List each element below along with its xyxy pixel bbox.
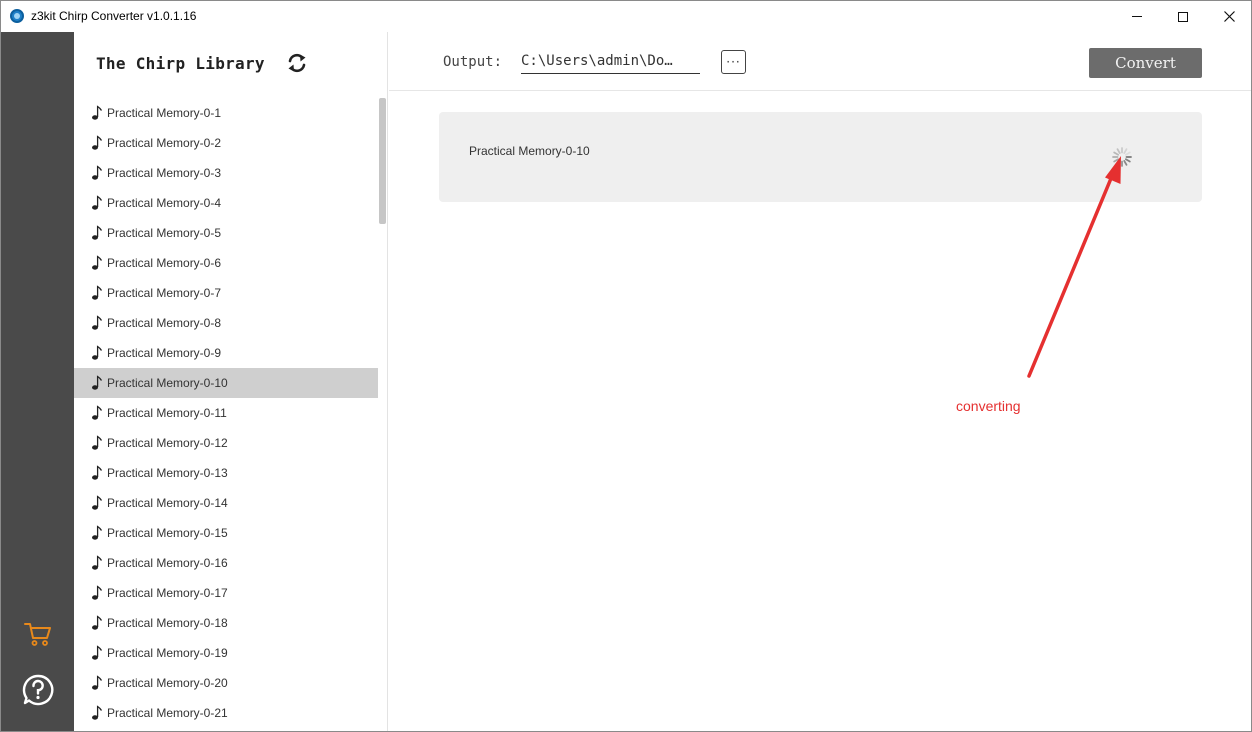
library-header: The Chirp Library xyxy=(74,32,387,94)
library-item[interactable]: Practical Memory-0-15 xyxy=(74,518,378,548)
music-note-icon xyxy=(92,375,103,390)
app-logo-icon xyxy=(10,9,24,23)
library-item-label: Practical Memory-0-4 xyxy=(107,196,222,210)
library-item-label: Practical Memory-0-3 xyxy=(107,166,222,180)
library-item-label: Practical Memory-0-20 xyxy=(107,676,228,690)
library-item-label: Practical Memory-0-7 xyxy=(107,286,222,300)
library-item-label: Practical Memory-0-1 xyxy=(107,106,222,120)
music-note-icon xyxy=(92,255,103,270)
library-item[interactable]: Practical Memory-0-19 xyxy=(74,638,378,668)
help-icon[interactable] xyxy=(21,673,55,707)
output-label: Output: xyxy=(443,54,503,70)
library-item[interactable]: Practical Memory-0-2 xyxy=(74,128,378,158)
maximize-icon xyxy=(1178,11,1188,22)
library-item-label: Practical Memory-0-16 xyxy=(107,556,228,570)
app-window: z3kit Chirp Converter v1.0.1.16 The Chir… xyxy=(0,0,1252,732)
close-icon xyxy=(1223,11,1235,22)
task-name: Practical Memory-0-10 xyxy=(469,144,590,158)
music-note-icon xyxy=(92,705,103,720)
library-item[interactable]: Practical Memory-0-16 xyxy=(74,548,378,578)
music-note-icon xyxy=(92,345,103,360)
library-item[interactable]: Practical Memory-0-10 xyxy=(74,368,378,398)
music-note-icon xyxy=(92,675,103,690)
library-item-label: Practical Memory-0-15 xyxy=(107,526,228,540)
music-note-icon xyxy=(92,435,103,450)
library-item-label: Practical Memory-0-13 xyxy=(107,466,228,480)
output-path-field[interactable]: C:\Users\admin\Do… xyxy=(521,52,700,74)
window-title: z3kit Chirp Converter v1.0.1.16 xyxy=(31,9,197,23)
library-item-label: Practical Memory-0-21 xyxy=(107,706,228,720)
close-button[interactable] xyxy=(1206,1,1251,32)
library-item[interactable]: Practical Memory-0-20 xyxy=(74,668,378,698)
library-item[interactable]: Practical Memory-0-4 xyxy=(74,188,378,218)
minimize-icon xyxy=(1132,16,1142,17)
main-area: Output: C:\Users\admin\Do… ··· Convert P… xyxy=(389,32,1251,731)
music-note-icon xyxy=(92,405,103,420)
library-title: The Chirp Library xyxy=(96,54,265,73)
chirp-library-panel: The Chirp Library Practical Memory-0-1 Pr… xyxy=(74,32,388,731)
music-note-icon xyxy=(92,165,103,180)
music-note-icon xyxy=(92,285,103,300)
library-item-label: Practical Memory-0-10 xyxy=(107,376,228,390)
music-note-icon xyxy=(92,645,103,660)
library-item[interactable]: Practical Memory-0-14 xyxy=(74,488,378,518)
music-note-icon xyxy=(92,585,103,600)
music-note-icon xyxy=(92,465,103,480)
library-item-label: Practical Memory-0-19 xyxy=(107,646,228,660)
library-item[interactable]: Practical Memory-0-21 xyxy=(74,698,378,728)
convert-button[interactable]: Convert xyxy=(1089,48,1202,78)
library-item-label: Practical Memory-0-9 xyxy=(107,346,222,360)
music-note-icon xyxy=(92,195,103,210)
library-item[interactable]: Practical Memory-0-3 xyxy=(74,158,378,188)
side-rail xyxy=(1,32,74,731)
music-note-icon xyxy=(92,135,103,150)
library-item-label: Practical Memory-0-17 xyxy=(107,586,228,600)
library-item[interactable]: Practical Memory-0-8 xyxy=(74,308,378,338)
maximize-button[interactable] xyxy=(1160,1,1206,32)
library-item[interactable]: Practical Memory-0-6 xyxy=(74,248,378,278)
minimize-button[interactable] xyxy=(1114,1,1160,32)
library-item-label: Practical Memory-0-18 xyxy=(107,616,228,630)
cart-icon[interactable] xyxy=(23,620,53,648)
library-item[interactable]: Practical Memory-0-5 xyxy=(74,218,378,248)
library-list: Practical Memory-0-1 Practical Memory-0-2… xyxy=(74,98,378,731)
music-note-icon xyxy=(92,555,103,570)
spinner-icon xyxy=(1112,147,1132,167)
toolbar: Output: C:\Users\admin\Do… ··· Convert xyxy=(389,32,1251,91)
title-bar: z3kit Chirp Converter v1.0.1.16 xyxy=(1,1,1251,32)
music-note-icon xyxy=(92,495,103,510)
library-item-label: Practical Memory-0-12 xyxy=(107,436,228,450)
library-item[interactable]: Practical Memory-0-18 xyxy=(74,608,378,638)
library-item-label: Practical Memory-0-11 xyxy=(107,406,227,420)
annotation-label: converting xyxy=(956,398,1021,414)
library-scrollbar[interactable] xyxy=(379,98,386,224)
library-item[interactable]: Practical Memory-0-13 xyxy=(74,458,378,488)
browse-button[interactable]: ··· xyxy=(721,50,746,74)
library-item[interactable]: Practical Memory-0-9 xyxy=(74,338,378,368)
music-note-icon xyxy=(92,525,103,540)
library-item[interactable]: Practical Memory-0-17 xyxy=(74,578,378,608)
library-item-label: Practical Memory-0-5 xyxy=(107,226,222,240)
music-note-icon xyxy=(92,615,103,630)
library-item-label: Practical Memory-0-14 xyxy=(107,496,228,510)
music-note-icon xyxy=(92,315,103,330)
library-item[interactable]: Practical Memory-0-7 xyxy=(74,278,378,308)
library-item-label: Practical Memory-0-6 xyxy=(107,256,222,270)
music-note-icon xyxy=(92,225,103,240)
music-note-icon xyxy=(92,105,103,120)
library-item[interactable]: Practical Memory-0-1 xyxy=(74,98,378,128)
library-item-label: Practical Memory-0-8 xyxy=(107,316,222,330)
refresh-icon[interactable] xyxy=(286,52,308,74)
task-card: Practical Memory-0-10 xyxy=(439,112,1202,202)
library-item[interactable]: Practical Memory-0-11 xyxy=(74,398,378,428)
library-item[interactable]: Practical Memory-0-12 xyxy=(74,428,378,458)
library-item-label: Practical Memory-0-2 xyxy=(107,136,222,150)
